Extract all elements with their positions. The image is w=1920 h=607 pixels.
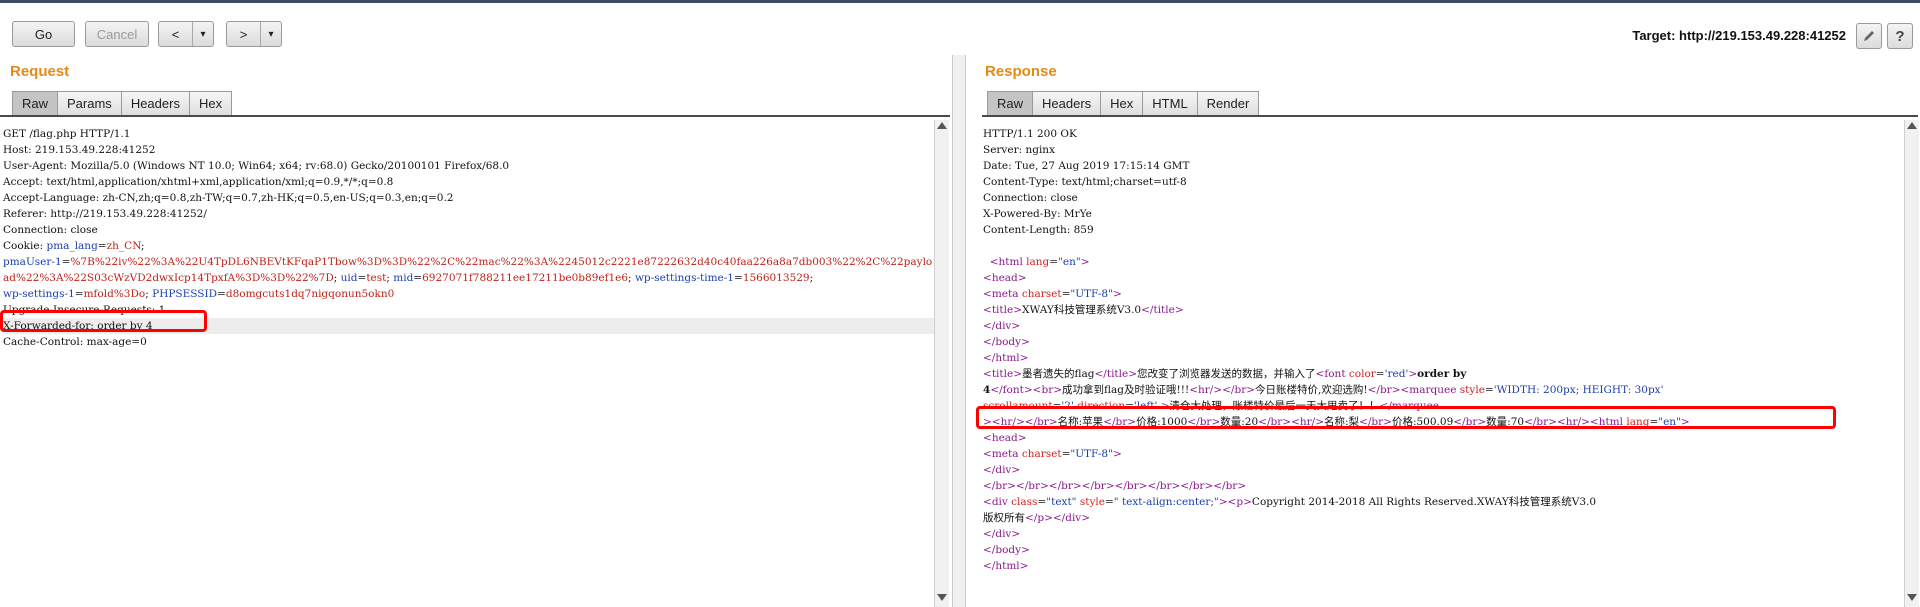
go-button[interactable]: Go xyxy=(12,21,75,47)
response-header-line: Server: nginx xyxy=(983,144,1055,156)
request-pane: Request Raw Params Headers Hex GET /flag… xyxy=(0,55,952,607)
response-tab-render[interactable]: Render xyxy=(1196,91,1260,115)
html-line: </br></br></br></br></br></br></br></br> xyxy=(983,480,1247,492)
request-line: Accept: text/html,application/xhtml+xml,… xyxy=(3,176,394,188)
html-line: <html lang="en"> xyxy=(989,256,1090,268)
request-tab-hex[interactable]: Hex xyxy=(188,91,233,115)
html-line: <div class="text" style=" text-align:cen… xyxy=(983,496,1597,508)
response-tabs: Raw Headers Hex HTML Render xyxy=(987,91,1260,115)
response-header-line: X-Powered-By: MrYe xyxy=(983,208,1092,220)
scroll-down-arrow-icon[interactable] xyxy=(1907,594,1917,601)
html-line: <title>XWAY科技管理系统V3.0</title> xyxy=(983,304,1184,316)
request-line: User-Agent: Mozilla/5.0 (Windows NT 10.0… xyxy=(3,160,510,172)
html-line: 4</font><br>成功拿到flag及时验证哦!!!<hr/></br>今日… xyxy=(983,384,1664,396)
back-dropdown-icon[interactable]: ▾ xyxy=(193,22,213,46)
highlight-box-request xyxy=(0,310,207,332)
back-arrow-icon[interactable]: < xyxy=(159,22,192,46)
scroll-up-arrow-icon[interactable] xyxy=(1907,122,1917,129)
html-line: </div> xyxy=(983,464,1021,476)
response-tab-underline xyxy=(982,115,1918,117)
cookie-line: Cookie: pma_lang=zh_CN; xyxy=(3,240,145,252)
response-header-line: Content-Length: 859 xyxy=(983,224,1094,236)
response-pane: Response Raw Headers Hex HTML Render HTT… xyxy=(966,55,1920,607)
response-header-line: Connection: close xyxy=(983,192,1078,204)
html-line: </body> xyxy=(983,544,1030,556)
request-editor[interactable]: GET /flag.php HTTP/1.1 Host: 219.153.49.… xyxy=(0,120,934,607)
request-line: Referer: http://219.153.49.228:41252/ xyxy=(3,208,207,220)
response-tab-html[interactable]: HTML xyxy=(1142,91,1198,115)
highlight-box-response xyxy=(976,406,1836,429)
request-tab-raw[interactable]: Raw xyxy=(12,91,59,115)
request-line: Host: 219.153.49.228:41252 xyxy=(3,144,156,156)
request-tab-params[interactable]: Params xyxy=(57,91,122,115)
response-scrollbar[interactable] xyxy=(1904,120,1919,607)
request-scrollbar[interactable] xyxy=(934,120,949,607)
cookie-line: ad%22%3A%22S03cWzVD2dwxIcp14TpxfA%3D%3D%… xyxy=(3,272,814,284)
forward-arrow-icon[interactable]: > xyxy=(227,22,260,46)
request-tab-headers[interactable]: Headers xyxy=(120,91,190,115)
request-line: Accept-Language: zh-CN,zh;q=0.8,zh-TW;q=… xyxy=(3,192,454,204)
response-header-line: HTTP/1.1 200 OK xyxy=(983,128,1077,140)
pencil-icon[interactable] xyxy=(1856,23,1882,49)
response-title: Response xyxy=(985,63,1057,80)
html-line: <head> xyxy=(983,432,1027,444)
response-tab-hex[interactable]: Hex xyxy=(1100,91,1144,115)
html-line: </html> xyxy=(983,560,1029,572)
toolbar: Go Cancel < ▾ > ▾ Target: http://219.153… xyxy=(0,3,1920,55)
request-tab-underline xyxy=(0,115,950,117)
pane-divider[interactable] xyxy=(952,55,966,607)
html-line: <title>墨者遗失的flag</title>您改变了浏览器发送的数据，并输入… xyxy=(983,368,1467,380)
response-header-line: Date: Tue, 27 Aug 2019 17:15:14 GMT xyxy=(983,160,1190,172)
target-label: Target: http://219.153.49.228:41252 xyxy=(1632,28,1846,43)
html-line: <head> xyxy=(983,272,1027,284)
scroll-down-arrow-icon[interactable] xyxy=(937,594,947,601)
cookie-line: wp-settings-1=mfold%3Do; PHPSESSID=d8omg… xyxy=(3,288,395,300)
request-line: Cache-Control: max-age=0 xyxy=(3,336,147,348)
html-line: </body> xyxy=(983,336,1030,348)
html-line: 版权所有</p></div> xyxy=(983,512,1091,524)
forward-button[interactable]: > ▾ xyxy=(226,21,282,47)
html-line: </div> xyxy=(983,528,1021,540)
html-line: <meta charset="UTF-8"> xyxy=(983,288,1122,300)
html-line: </div> xyxy=(983,320,1021,332)
html-line: <meta charset="UTF-8"> xyxy=(983,448,1122,460)
html-line: </html> xyxy=(983,352,1029,364)
request-tabs: Raw Params Headers Hex xyxy=(12,91,233,115)
request-line: GET /flag.php HTTP/1.1 xyxy=(3,128,131,140)
forward-dropdown-icon[interactable]: ▾ xyxy=(261,22,281,46)
help-icon[interactable]: ? xyxy=(1887,23,1913,49)
response-tab-raw[interactable]: Raw xyxy=(987,91,1034,115)
scroll-up-arrow-icon[interactable] xyxy=(937,122,947,129)
request-title: Request xyxy=(10,63,70,80)
response-editor[interactable]: HTTP/1.1 200 OK Server: nginx Date: Tue,… xyxy=(982,120,1904,607)
request-line: Connection: close xyxy=(3,224,98,236)
response-tab-headers[interactable]: Headers xyxy=(1032,91,1102,115)
back-button[interactable]: < ▾ xyxy=(158,21,214,47)
cancel-button[interactable]: Cancel xyxy=(85,21,149,47)
cookie-line: pmaUser-1=%7B%22iv%22%3A%22U4TpDL6NBEVtK… xyxy=(3,256,933,268)
response-header-line: Content-Type: text/html;charset=utf-8 xyxy=(983,176,1187,188)
